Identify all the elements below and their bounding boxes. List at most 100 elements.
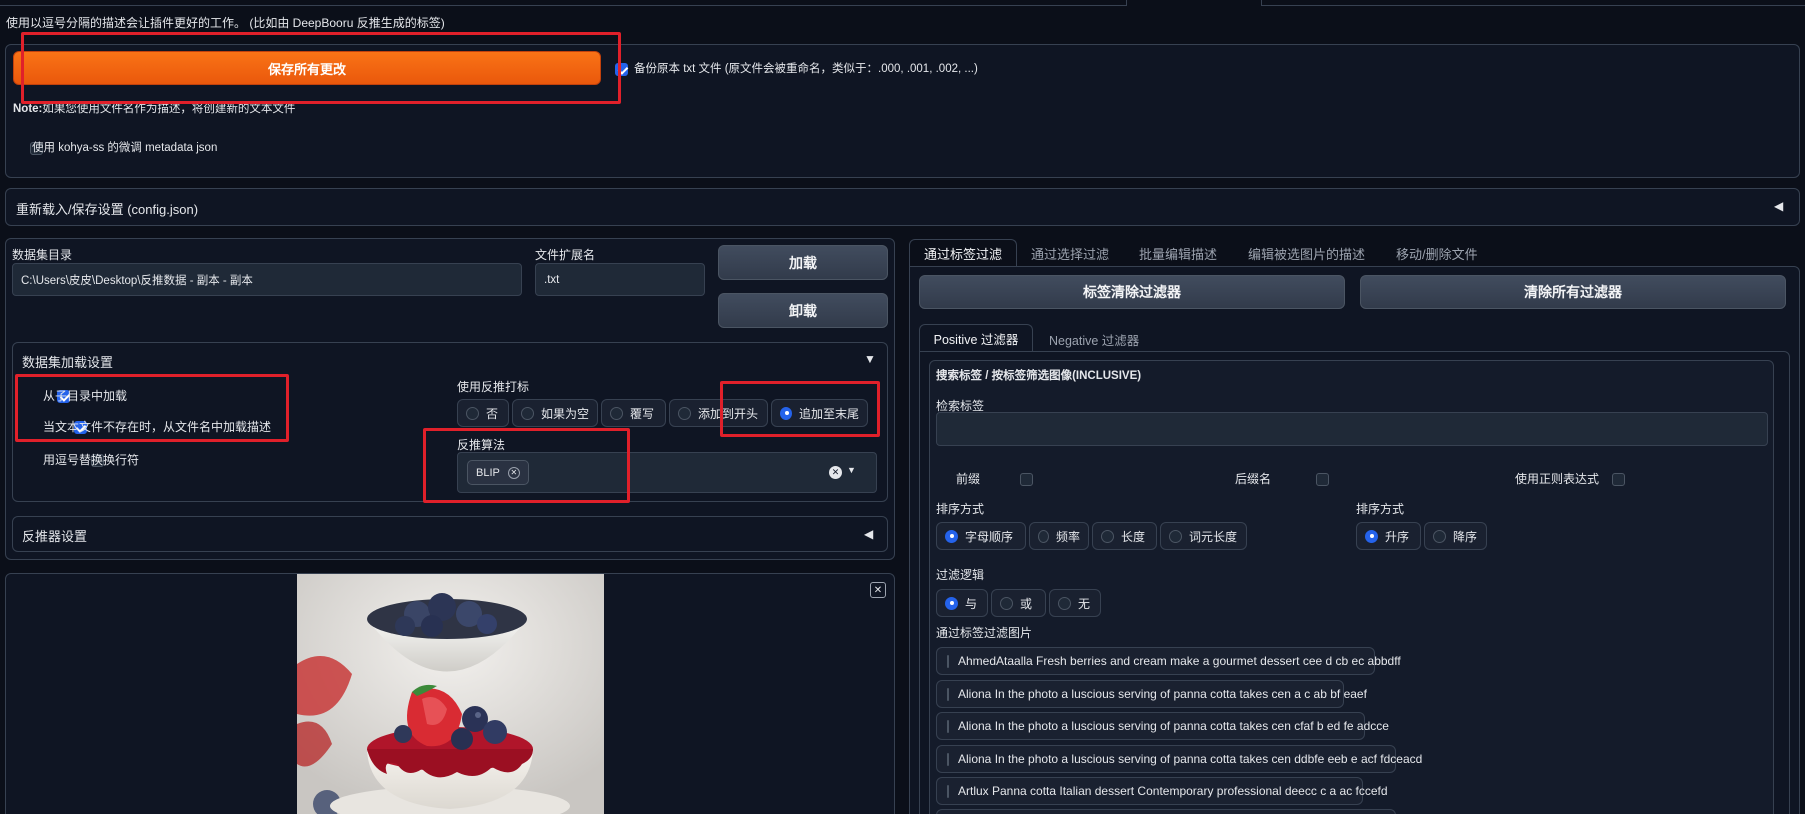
item-checkbox[interactable]	[947, 752, 949, 766]
option-label: 无	[1078, 596, 1091, 611]
option-label: 添加到开头	[698, 406, 759, 421]
regex-checkbox[interactable]	[1612, 473, 1626, 487]
item-checkbox[interactable]	[947, 687, 949, 701]
radio-icon	[780, 406, 792, 420]
prefix-label: 前缀	[956, 472, 981, 486]
item-label: AhmedAtaalla Fresh berries and cream mak…	[958, 654, 1401, 668]
tab-batch-edit[interactable]: 批量编辑描述	[1139, 244, 1217, 263]
radio-icon	[521, 406, 534, 420]
tab-filter-by-selection[interactable]: 通过选择过滤	[1031, 244, 1109, 263]
option-label: 频率	[1055, 529, 1080, 544]
reload-collapse-icon[interactable]: ◀	[1774, 199, 1783, 213]
interrogate-option-if-empty[interactable]: 如果为空	[512, 399, 598, 427]
note-text: 如果您使用文件名作为描述，将创建新的文本文件	[42, 103, 296, 115]
regex-label: 使用正则表达式	[1515, 472, 1600, 486]
item-label: Artlux Panna cotta Italian dessert Conte…	[958, 784, 1388, 798]
interrogate-option-append[interactable]: 追加至末尾	[771, 399, 868, 427]
tab-filter-by-tags[interactable]: 通过标签过滤	[909, 239, 1017, 267]
panna-cotta-image[interactable]	[297, 574, 604, 814]
tag-filter-item[interactable]: Artlux Panna cotta Italian dessert Conte…	[936, 777, 1388, 805]
interrogate-option-overwrite[interactable]: 覆写	[601, 399, 666, 427]
algo-chip[interactable]: BLIP ✕	[467, 460, 529, 485]
sort-frequency[interactable]: 频率	[1029, 522, 1089, 550]
unload-button[interactable]: 卸载	[718, 293, 888, 328]
dropdown-arrow-icon[interactable]: ▼	[847, 465, 856, 475]
top-border-right	[1261, 0, 1805, 6]
chip-remove-icon[interactable]: ✕	[507, 466, 520, 479]
item-checkbox[interactable]	[947, 784, 949, 798]
option-label: 字母顺序	[965, 529, 1014, 544]
dataset-dir-input[interactable]: C:\Users\皮皮\Desktop\反推数据 - 副本 - 副本	[12, 263, 522, 296]
radio-icon	[1038, 529, 1049, 543]
sort-alphabetical[interactable]: 字母顺序	[936, 522, 1026, 550]
interrogate-option-prepend[interactable]: 添加到开头	[669, 399, 768, 427]
logic-and[interactable]: 与	[936, 589, 988, 617]
option-label: 或	[1020, 596, 1033, 611]
load-button[interactable]: 加载	[718, 245, 888, 280]
tab-negative-filter[interactable]: Negative 过滤器	[1049, 330, 1139, 349]
logic-none[interactable]: 无	[1049, 589, 1101, 617]
top-border-left	[0, 0, 1127, 6]
filter-logic-label: 过滤逻辑	[936, 568, 985, 582]
algo-chip-label: BLIP	[476, 466, 500, 479]
tag-filter-item[interactable]: Aliona In the photo a luscious serving o…	[936, 680, 1367, 708]
tag-filter-item-partial[interactable]	[936, 809, 1396, 814]
radio-icon	[1365, 529, 1378, 543]
clear-select-icon[interactable]: ✕	[829, 466, 842, 479]
filter-images-label: 通过标签过滤图片	[936, 626, 1033, 640]
item-checkbox[interactable]	[947, 654, 949, 668]
radio-icon	[945, 529, 958, 543]
replace-comma-label: 用逗号替换换行符	[43, 453, 140, 467]
interrogator-settings[interactable]	[12, 516, 888, 552]
radio-icon	[1433, 529, 1446, 543]
item-label: Aliona In the photo a luscious serving o…	[958, 687, 1367, 701]
interrogator-collapse-icon[interactable]: ◀	[864, 527, 873, 541]
load-subdir-label: 从子目录中加载	[43, 389, 128, 403]
sort-descending[interactable]: 降序	[1424, 522, 1487, 550]
load-settings-title[interactable]: 数据集加载设置	[22, 352, 113, 371]
tab-edit-selected[interactable]: 编辑被选图片的描述	[1248, 244, 1365, 263]
backup-label: 备份原本 txt 文件 (原文件会被重命名，类似于：.000, .001, .0…	[634, 63, 978, 75]
sort-token-length[interactable]: 词元长度	[1160, 522, 1247, 550]
search-tag-input[interactable]	[936, 412, 1768, 446]
sort-ascending[interactable]: 升序	[1356, 522, 1421, 550]
preview-close-icon[interactable]: ✕	[870, 582, 886, 598]
tab-move-delete[interactable]: 移动/删除文件	[1396, 244, 1478, 263]
radio-icon	[1058, 596, 1071, 610]
tag-filter-item[interactable]: Aliona In the photo a luscious serving o…	[936, 745, 1422, 773]
algo-label: 反推算法	[457, 438, 506, 452]
item-label: Aliona In the photo a luscious serving o…	[958, 719, 1389, 733]
sort-length[interactable]: 长度	[1092, 522, 1157, 550]
reload-section[interactable]	[5, 188, 1800, 226]
tab-positive-filter[interactable]: Positive 过滤器	[919, 324, 1033, 352]
clear-all-filters-button[interactable]: 清除所有过滤器	[1360, 275, 1786, 309]
option-label: 覆写	[630, 406, 655, 421]
sort-by-label: 排序方式	[936, 502, 985, 516]
dataset-dir-label: 数据集目录	[12, 248, 73, 262]
item-checkbox[interactable]	[947, 719, 949, 733]
option-label: 长度	[1121, 529, 1146, 544]
tag-filter-item[interactable]: Aliona In the photo a luscious serving o…	[936, 712, 1389, 740]
file-ext-input[interactable]: .txt	[535, 263, 705, 296]
save-all-button[interactable]: 保存所有更改	[13, 51, 601, 85]
option-label: 词元长度	[1189, 529, 1238, 544]
interrogate-option-no[interactable]: 否	[457, 399, 509, 427]
logic-or[interactable]: 或	[991, 589, 1046, 617]
backup-checkbox[interactable]	[615, 63, 628, 77]
interrogator-settings-title: 反推器设置	[22, 529, 88, 544]
radio-icon	[945, 596, 958, 610]
load-settings-collapse-icon[interactable]: ▼	[864, 352, 876, 366]
file-ext-label: 文件扩展名	[535, 248, 596, 262]
option-label: 升序	[1385, 529, 1410, 544]
option-label: 如果为空	[540, 406, 589, 421]
item-label: Aliona In the photo a luscious serving o…	[958, 752, 1423, 766]
prefix-checkbox[interactable]	[1020, 473, 1034, 487]
clear-tag-filter-button[interactable]: 标签清除过滤器	[919, 275, 1345, 309]
suffix-checkbox[interactable]	[1315, 473, 1329, 487]
reload-section-title: 重新载入/保存设置 (config.json)	[16, 202, 199, 217]
filter-header: 搜索标签 / 按标签筛选图像(INCLUSIVE)	[936, 370, 1142, 382]
radio-icon	[678, 406, 691, 420]
tag-filter-item[interactable]: AhmedAtaalla Fresh berries and cream mak…	[936, 647, 1401, 675]
option-label: 与	[965, 596, 978, 611]
option-label: 追加至末尾	[798, 406, 859, 421]
